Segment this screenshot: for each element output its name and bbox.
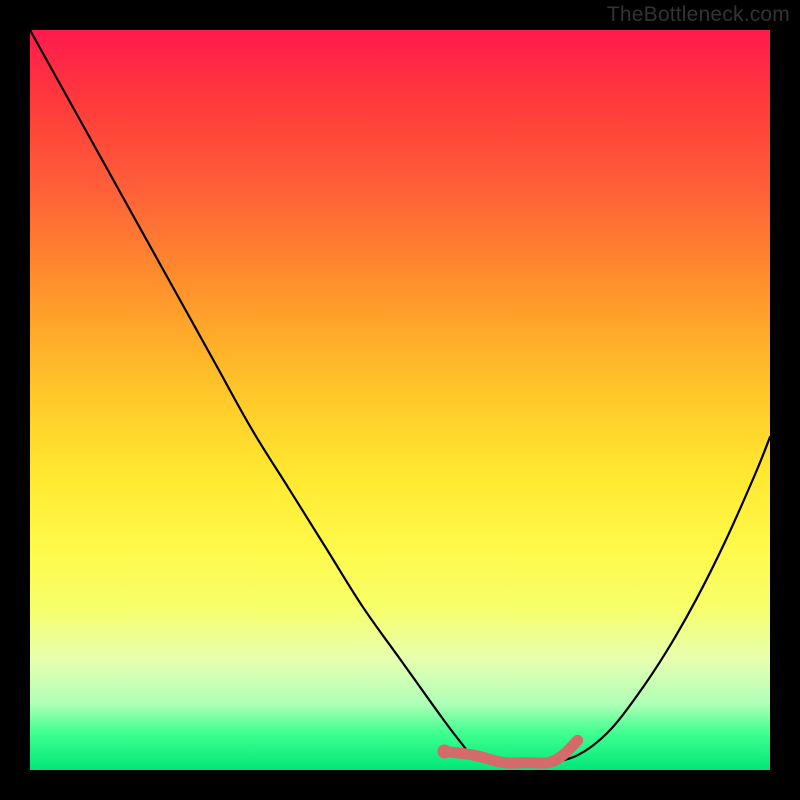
optimal-range-highlight <box>444 740 577 763</box>
bottleneck-curve <box>30 30 770 763</box>
gradient-plot-area <box>30 30 770 770</box>
highlight-start-dot <box>437 745 451 759</box>
attribution-label: TheBottleneck.com <box>607 3 790 27</box>
chart-frame: TheBottleneck.com <box>0 0 800 800</box>
curve-layer <box>30 30 770 770</box>
